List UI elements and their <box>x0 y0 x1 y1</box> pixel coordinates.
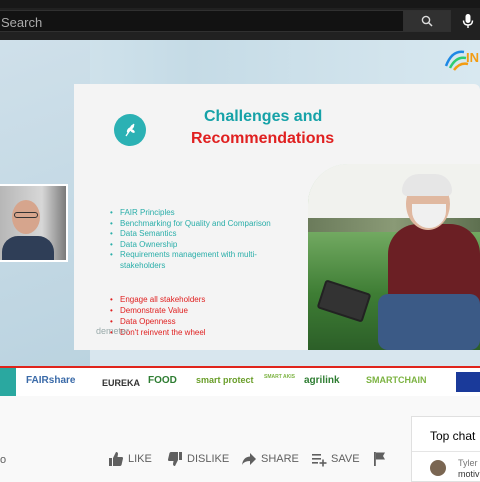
speaker-glasses <box>14 212 38 218</box>
list-item: Don't reinvent the wheel <box>110 327 270 338</box>
share-label: SHARE <box>261 453 299 465</box>
partner-logo: smart protect <box>196 375 254 385</box>
demeter-logo: demeter <box>96 326 130 336</box>
thumbs-down-icon <box>168 452 182 466</box>
slide-title: Challenges and <box>204 108 323 125</box>
partner-logo: SMART AKIS <box>264 374 295 380</box>
dislike-button[interactable]: DISLIKE <box>167 451 229 467</box>
list-item: FAIR Principles <box>110 208 292 219</box>
speaker-shirt <box>2 236 54 260</box>
partner-logo: agrilink <box>304 375 340 386</box>
share-icon <box>242 453 256 465</box>
wheat-icon <box>114 114 146 146</box>
recommendations-list: Engage all stakeholders Demonstrate Valu… <box>110 294 270 338</box>
report-button[interactable] <box>373 451 387 467</box>
search-button[interactable] <box>403 10 451 32</box>
brand-logo-text: IN <box>466 50 479 65</box>
slide-subtitle: Recommendations <box>191 130 335 147</box>
save-label: SAVE <box>331 453 360 465</box>
like-label: LIKE <box>128 453 152 465</box>
view-count: o <box>0 454 7 466</box>
chat-author: Tyler <box>458 458 478 468</box>
browser-strip <box>0 0 480 8</box>
video-player[interactable]: IN Challenges and Recommendations FAIR P… <box>0 40 480 396</box>
partner-logo: EUREKA <box>102 378 141 388</box>
partner-logo-strip: FAIRshare EUREKA FOOD smart protect SMAR… <box>0 366 480 396</box>
presentation-slide: Challenges and Recommendations FAIR Prin… <box>74 84 480 350</box>
avatar <box>430 460 446 476</box>
challenges-list: FAIR Principles Benchmarking for Quality… <box>110 208 292 271</box>
tablet-device <box>316 279 372 323</box>
top-bar <box>0 0 480 40</box>
list-item: Demonstrate Value <box>110 305 270 316</box>
search-box[interactable] <box>0 10 403 32</box>
live-chat-panel: Top chat Tyler motiv <box>411 416 480 482</box>
like-button[interactable]: LIKE <box>108 451 152 467</box>
thumbs-up-icon <box>109 452 123 466</box>
share-button[interactable]: SHARE <box>241 451 299 467</box>
farmer-hair <box>402 174 452 196</box>
eu-flag-icon <box>456 372 480 392</box>
chat-header: Top chat <box>430 429 476 443</box>
top-chat-dropdown[interactable]: Top chat <box>430 429 475 443</box>
chat-message: motiv <box>458 469 480 479</box>
partner-logo: FOOD <box>148 375 177 386</box>
partner-logo: FAIRshare <box>26 375 76 386</box>
dislike-label: DISLIKE <box>187 453 230 465</box>
search-input[interactable] <box>1 14 391 30</box>
save-button[interactable]: SAVE <box>311 451 360 467</box>
flag-icon <box>374 452 385 466</box>
microphone-icon <box>462 14 474 28</box>
partner-logo: SMARTCHAIN <box>366 375 427 385</box>
list-item: Benchmarking for Quality and Comparison <box>110 219 292 230</box>
list-item: Data Openness <box>110 316 270 327</box>
photo-sky <box>308 164 480 226</box>
divider <box>412 451 480 452</box>
video-actions: o LIKE DISLIKE SHARE SAVE <box>0 396 480 480</box>
farmer-jeans <box>378 294 480 350</box>
list-item: Data Semantics <box>110 229 292 240</box>
speaker-webcam <box>0 184 68 262</box>
list-item: Data Ownership <box>110 240 292 251</box>
list-item: Requirements management with multi-stake… <box>110 250 292 271</box>
partner-logo-block <box>0 368 16 396</box>
playlist-add-icon <box>312 454 327 467</box>
list-item: Engage all stakeholders <box>110 294 270 305</box>
voice-search-button[interactable] <box>458 11 478 31</box>
farmer-photo <box>308 164 480 350</box>
search-icon <box>421 15 433 27</box>
